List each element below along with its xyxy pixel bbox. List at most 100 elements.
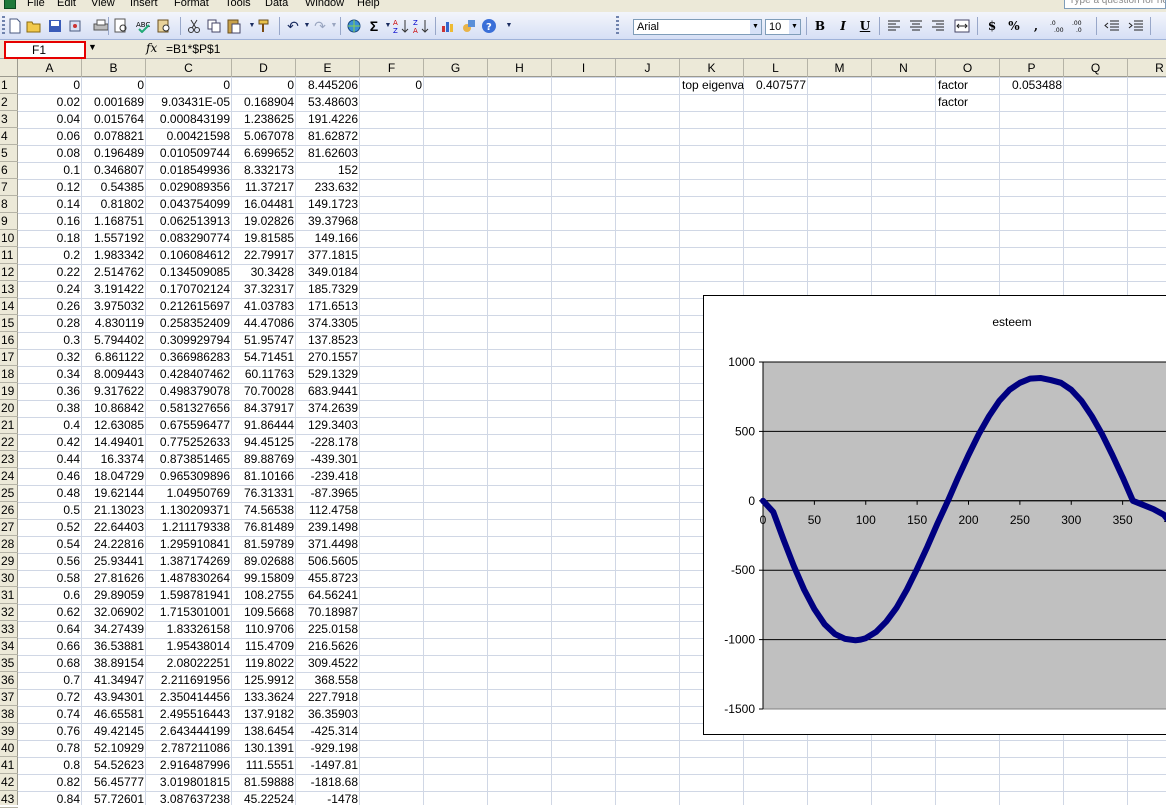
cell-d21[interactable]: 91.86444 (232, 417, 296, 434)
cell-b15[interactable]: 4.830119 (82, 315, 146, 332)
column-header-m[interactable]: M (808, 59, 872, 77)
cell-c13[interactable]: 0.170702124 (146, 281, 232, 298)
cell-c33[interactable]: 1.83326158 (146, 621, 232, 638)
cell-c42[interactable]: 3.019801815 (146, 774, 232, 791)
cell-e7[interactable]: 233.632 (296, 179, 360, 196)
font-name-select[interactable]: Arial ▼ (633, 19, 762, 35)
cell-b27[interactable]: 22.64403 (82, 519, 146, 536)
cell-e43[interactable]: -1478 (296, 791, 360, 805)
cell-o1[interactable]: factor (936, 77, 1000, 94)
cell-a21[interactable]: 0.4 (18, 417, 82, 434)
cell-d11[interactable]: 22.79917 (232, 247, 296, 264)
cell-b34[interactable]: 36.53881 (82, 638, 146, 655)
increase-decimal-icon[interactable]: .0.00 (1050, 18, 1066, 34)
cell-d38[interactable]: 137.9182 (232, 706, 296, 723)
cell-d6[interactable]: 8.332173 (232, 162, 296, 179)
cell-c15[interactable]: 0.258352409 (146, 315, 232, 332)
hyperlink-icon[interactable] (346, 18, 362, 34)
cell-a32[interactable]: 0.62 (18, 604, 82, 621)
cell-e21[interactable]: 129.3403 (296, 417, 360, 434)
cell-a9[interactable]: 0.16 (18, 213, 82, 230)
cell-c40[interactable]: 2.787211086 (146, 740, 232, 757)
cell-d3[interactable]: 1.238625 (232, 111, 296, 128)
cell-d30[interactable]: 99.15809 (232, 570, 296, 587)
cell-d10[interactable]: 19.81585 (232, 230, 296, 247)
cell-c39[interactable]: 2.643444199 (146, 723, 232, 740)
column-header-a[interactable]: A (18, 59, 82, 77)
cell-e25[interactable]: -87.3965 (296, 485, 360, 502)
cell-b7[interactable]: 0.54385 (82, 179, 146, 196)
cell-c43[interactable]: 3.087637238 (146, 791, 232, 805)
cell-a34[interactable]: 0.66 (18, 638, 82, 655)
row-header-11[interactable]: 11 (0, 247, 18, 264)
cell-c24[interactable]: 0.965309896 (146, 468, 232, 485)
cell-c14[interactable]: 0.212615697 (146, 298, 232, 315)
row-header-15[interactable]: 15 (0, 315, 18, 332)
comma-style-button[interactable]: , (1028, 18, 1044, 34)
menu-window[interactable]: Window (305, 0, 344, 10)
cell-b25[interactable]: 19.62144 (82, 485, 146, 502)
cell-b42[interactable]: 56.45777 (82, 774, 146, 791)
row-header-13[interactable]: 13 (0, 281, 18, 298)
column-header-i[interactable]: I (552, 59, 616, 77)
cell-d29[interactable]: 89.02688 (232, 553, 296, 570)
cell-a40[interactable]: 0.78 (18, 740, 82, 757)
cell-a24[interactable]: 0.46 (18, 468, 82, 485)
row-header-12[interactable]: 12 (0, 264, 18, 281)
row-header-43[interactable]: 43 (0, 791, 18, 808)
column-header-b[interactable]: B (82, 59, 146, 77)
cell-c4[interactable]: 0.00421598 (146, 128, 232, 145)
cell-e1[interactable]: 8.445206 (296, 77, 360, 94)
font-size-select[interactable]: 10 ▼ (765, 19, 801, 35)
formatting-toolbar-grip[interactable] (616, 16, 619, 36)
cell-d35[interactable]: 119.8022 (232, 655, 296, 672)
row-header-30[interactable]: 30 (0, 570, 18, 587)
sort-ascending-icon[interactable]: AZ (393, 18, 409, 34)
cell-d24[interactable]: 81.10166 (232, 468, 296, 485)
cell-e10[interactable]: 149.166 (296, 230, 360, 247)
cell-e24[interactable]: -239.418 (296, 468, 360, 485)
cell-a38[interactable]: 0.74 (18, 706, 82, 723)
row-header-5[interactable]: 5 (0, 145, 18, 162)
cell-d13[interactable]: 37.32317 (232, 281, 296, 298)
cell-e26[interactable]: 112.4758 (296, 502, 360, 519)
cell-d18[interactable]: 60.11763 (232, 366, 296, 383)
cell-e20[interactable]: 374.2639 (296, 400, 360, 417)
cell-d16[interactable]: 51.95747 (232, 332, 296, 349)
cell-b9[interactable]: 1.168751 (82, 213, 146, 230)
row-header-40[interactable]: 40 (0, 740, 18, 757)
cell-b3[interactable]: 0.015764 (82, 111, 146, 128)
cell-d12[interactable]: 30.3428 (232, 264, 296, 281)
cell-d40[interactable]: 130.1391 (232, 740, 296, 757)
row-header-38[interactable]: 38 (0, 706, 18, 723)
cell-e30[interactable]: 455.8723 (296, 570, 360, 587)
cell-e32[interactable]: 70.18987 (296, 604, 360, 621)
cell-o2[interactable]: factor (936, 94, 1000, 111)
cell-c28[interactable]: 1.295910841 (146, 536, 232, 553)
column-header-c[interactable]: C (146, 59, 232, 77)
cell-b26[interactable]: 21.13023 (82, 502, 146, 519)
cell-b6[interactable]: 0.346807 (82, 162, 146, 179)
row-header-31[interactable]: 31 (0, 587, 18, 604)
cell-a11[interactable]: 0.2 (18, 247, 82, 264)
cell-e34[interactable]: 216.5626 (296, 638, 360, 655)
format-painter-icon[interactable] (256, 18, 272, 34)
align-center-icon[interactable] (908, 18, 924, 34)
cell-d36[interactable]: 125.9912 (232, 672, 296, 689)
cell-d7[interactable]: 11.37217 (232, 179, 296, 196)
row-header-28[interactable]: 28 (0, 536, 18, 553)
cell-d5[interactable]: 6.699652 (232, 145, 296, 162)
cell-e31[interactable]: 64.56241 (296, 587, 360, 604)
insert-function-icon[interactable]: fx (146, 41, 157, 55)
cell-e13[interactable]: 185.7329 (296, 281, 360, 298)
cell-p1[interactable]: 0.053488 (1000, 77, 1064, 94)
cell-e9[interactable]: 39.37968 (296, 213, 360, 230)
cell-b20[interactable]: 10.86842 (82, 400, 146, 417)
cell-a41[interactable]: 0.8 (18, 757, 82, 774)
cell-d19[interactable]: 70.70028 (232, 383, 296, 400)
cell-d23[interactable]: 89.88769 (232, 451, 296, 468)
cell-a30[interactable]: 0.58 (18, 570, 82, 587)
merge-center-icon[interactable] (954, 18, 970, 34)
row-header-35[interactable]: 35 (0, 655, 18, 672)
cell-a6[interactable]: 0.1 (18, 162, 82, 179)
